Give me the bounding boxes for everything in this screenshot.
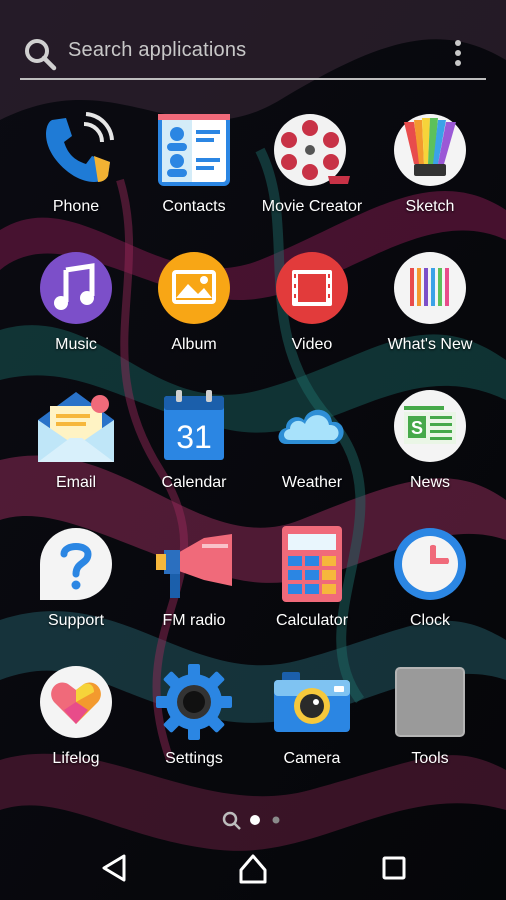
app-sketch[interactable]: Sketch — [371, 110, 489, 228]
search-underline — [20, 78, 486, 80]
app-label: Settings — [165, 750, 223, 767]
phone-icon — [46, 112, 114, 182]
home-button[interactable] — [239, 854, 267, 884]
support-icon — [40, 528, 112, 600]
overflow-menu-icon[interactable] — [450, 38, 466, 68]
recents-button[interactable] — [382, 856, 406, 880]
video-icon — [276, 252, 348, 324]
app-calculator[interactable]: Calculator — [253, 524, 371, 642]
app-music[interactable]: Music — [17, 248, 135, 366]
album-icon — [158, 252, 230, 324]
weather-icon — [278, 409, 344, 444]
app-label: Album — [171, 336, 217, 353]
app-movie-creator[interactable]: Movie Creator — [253, 110, 371, 228]
app-label: Support — [47, 612, 105, 629]
app-video[interactable]: Video — [253, 248, 371, 366]
app-label: Contacts — [162, 198, 226, 215]
contacts-icon — [158, 114, 230, 186]
app-label: Phone — [52, 198, 100, 215]
app-label: Tools — [411, 750, 449, 767]
app-label: Sketch — [405, 198, 455, 215]
news-icon: S — [394, 390, 466, 462]
app-email[interactable]: Email — [17, 386, 135, 504]
clock-icon — [394, 528, 466, 600]
sketch-icon — [394, 114, 466, 186]
app-news[interactable]: S News — [371, 386, 489, 504]
app-label: Clock — [409, 612, 450, 629]
app-camera[interactable]: Camera — [253, 662, 371, 780]
app-label: Camera — [283, 750, 341, 767]
fm-radio-icon — [156, 534, 232, 598]
app-label: Lifelog — [52, 750, 100, 767]
app-support[interactable]: Support — [17, 524, 135, 642]
app-label: Movie Creator — [261, 198, 363, 215]
search-page-icon — [222, 811, 241, 830]
app-whats-new[interactable]: What's New — [371, 248, 489, 366]
app-label: Weather — [281, 474, 343, 491]
app-calendar[interactable]: 31 Calendar — [135, 386, 253, 504]
app-lifelog[interactable]: Lifelog — [17, 662, 135, 780]
app-label: Calculator — [275, 612, 349, 629]
app-label: Video — [291, 336, 333, 353]
app-label: Calendar — [161, 474, 227, 491]
app-contacts[interactable]: Contacts — [135, 110, 253, 228]
movie-creator-icon — [274, 114, 350, 186]
search-input[interactable]: Search applications — [68, 39, 246, 62]
app-weather[interactable]: Weather — [253, 386, 371, 504]
email-icon — [38, 392, 114, 462]
settings-icon — [156, 664, 232, 740]
app-phone[interactable]: Phone — [17, 110, 135, 228]
app-label: Music — [55, 336, 97, 353]
calculator-icon — [282, 526, 342, 602]
back-button[interactable] — [102, 854, 126, 882]
search-bar[interactable]: Search applications — [20, 30, 486, 80]
app-label: What's New — [387, 336, 473, 353]
app-label: Email — [55, 474, 96, 491]
app-clock[interactable]: Clock — [371, 524, 489, 642]
tools-folder-icon — [395, 667, 465, 737]
page-dot — [272, 816, 280, 824]
app-album[interactable]: Album — [135, 248, 253, 366]
camera-icon — [274, 672, 350, 732]
calendar-day: 31 — [176, 419, 212, 455]
calendar-icon: 31 — [164, 390, 224, 460]
page-dot-active — [250, 815, 260, 825]
lifelog-icon — [40, 666, 112, 738]
music-icon — [40, 252, 112, 324]
navigation-bar — [102, 854, 406, 884]
search-icon — [25, 39, 57, 71]
app-settings[interactable]: Settings — [135, 662, 253, 780]
app-label: FM radio — [162, 612, 226, 629]
app-fm-radio[interactable]: FM radio — [135, 524, 253, 642]
app-tools[interactable]: Tools — [371, 662, 489, 780]
svg-text:S: S — [411, 418, 423, 438]
app-label: News — [409, 474, 450, 491]
whats-new-icon — [394, 252, 466, 324]
page-indicator[interactable] — [0, 808, 506, 832]
